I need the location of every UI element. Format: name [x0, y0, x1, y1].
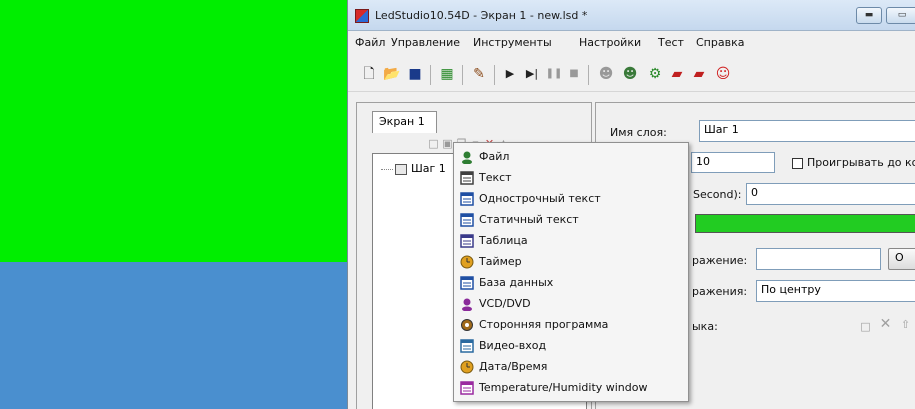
menu-item-text[interactable]: Текст: [456, 168, 686, 189]
menu-item-single-line-text[interactable]: Однострочный текст: [456, 189, 686, 210]
menu-item-table[interactable]: Таблица: [456, 231, 686, 252]
menu-item-label: VCD/DVD: [479, 297, 531, 310]
menu-item-static-text[interactable]: Статичный текст: [456, 210, 686, 231]
language-label: ыка:: [692, 320, 718, 333]
step-icon: [395, 163, 407, 175]
menu-item-third-party-program[interactable]: Сторонняя программа: [456, 315, 686, 336]
second-label: Second):: [693, 188, 742, 201]
new-item-icon[interactable]: □: [427, 137, 440, 150]
video-input-icon: [460, 339, 474, 353]
menu-tools[interactable]: Инструменты: [473, 36, 552, 49]
add-item-context-menu: Файл Текст Однострочный текст Статичный …: [453, 142, 689, 402]
screen-settings-icon[interactable]: ▦: [438, 65, 456, 83]
count-input[interactable]: 10: [691, 152, 775, 173]
edit-effects-icon[interactable]: ✎: [470, 65, 488, 83]
play-until-option[interactable]: Проигрывать до ко: [792, 156, 915, 169]
window-title: LedStudio10.54D - Экран 1 - new.lsd *: [375, 9, 588, 22]
up-small-icon[interactable]: ⇧: [899, 318, 912, 331]
maximize-button[interactable]: ▭: [886, 7, 915, 24]
save-icon[interactable]: ■: [406, 65, 424, 83]
play-until-checkbox[interactable]: [792, 157, 803, 169]
temperature-humidity-icon: [460, 381, 474, 395]
open-folder-icon[interactable]: 📂: [383, 65, 401, 83]
tree-item-step-1[interactable]: Шаг 1: [381, 162, 446, 175]
menu-item-label: Таймер: [479, 255, 522, 268]
smiley-icon[interactable]: ☺: [714, 65, 732, 83]
menu-item-label: Сторонняя программа: [479, 318, 609, 331]
play-icon[interactable]: ▶: [501, 65, 519, 83]
main-toolbar: 🗋 📂 ■ ▦ ✎ ▶ ▶| ❚❚ ■ ☻ ☻ ⚙ ▰ ▰ ☺: [348, 56, 915, 92]
play-until-label: Проигрывать до ко: [807, 156, 915, 169]
menu-item-label: Таблица: [479, 234, 528, 247]
menu-item-video-input[interactable]: Видео-вход: [456, 336, 686, 357]
second-input[interactable]: 0: [746, 183, 915, 205]
tab-screen-1[interactable]: Экран 1: [372, 111, 437, 133]
pause-icon[interactable]: ❚❚: [545, 65, 563, 83]
green-screen-preview: [0, 0, 347, 262]
toolbar-separator: [494, 65, 495, 85]
single-line-text-icon: [460, 192, 474, 206]
menu-item-label: Текст: [479, 171, 512, 184]
display-red2-icon[interactable]: ▰: [690, 65, 708, 83]
expression-label: ражение:: [692, 254, 748, 267]
clock-icon: [460, 360, 474, 374]
menu-file[interactable]: Файл: [355, 36, 385, 49]
play-step-icon[interactable]: ▶|: [523, 65, 541, 83]
menu-item-label: Temperature/Humidity window: [479, 381, 648, 394]
stop-icon[interactable]: ■: [565, 65, 583, 83]
menu-item-database[interactable]: База данных: [456, 273, 686, 294]
menu-item-label: Однострочный текст: [479, 192, 601, 205]
menu-item-timer[interactable]: Таймер: [456, 252, 686, 273]
menu-item-label: Дата/Время: [479, 360, 548, 373]
blue-desktop-area: [0, 262, 347, 409]
add-small-icon[interactable]: □: [859, 320, 872, 333]
display-red-icon[interactable]: ▰: [668, 65, 686, 83]
menu-settings[interactable]: Настройки: [579, 36, 641, 49]
menu-test[interactable]: Тест: [658, 36, 684, 49]
menu-help[interactable]: Справка: [696, 36, 744, 49]
text-grid-icon: [460, 171, 474, 185]
user-gray-icon[interactable]: ☻: [597, 65, 615, 83]
toolbar-separator: [588, 65, 589, 85]
menu-item-label: Файл: [479, 150, 510, 163]
database-icon: [460, 276, 474, 290]
menu-item-label: Статичный текст: [479, 213, 579, 226]
layer-name-label: Имя слоя:: [610, 126, 667, 139]
progress-bar: [695, 214, 915, 233]
menu-item-vcd-dvd[interactable]: VCD/DVD: [456, 294, 686, 315]
third-party-program-icon: [460, 318, 474, 332]
file-person-icon: [460, 150, 474, 165]
menu-control[interactable]: Управление: [391, 36, 460, 49]
menu-item-temperature-humidity[interactable]: Temperature/Humidity window: [456, 378, 686, 399]
app-logo-icon: [355, 9, 369, 23]
menu-item-label: Видео-вход: [479, 339, 547, 352]
menu-item-file[interactable]: Файл: [456, 147, 686, 168]
tree-connector: [381, 168, 393, 170]
toolbar-separator: [462, 65, 463, 85]
tree-item-label: Шаг 1: [411, 162, 446, 175]
title-bar: LedStudio10.54D - Экран 1 - new.lsd * ▬ …: [348, 0, 915, 31]
new-file-icon[interactable]: 🗋: [360, 65, 378, 83]
table-icon: [460, 234, 474, 248]
timer-icon: [460, 255, 474, 269]
toolbar-separator: [430, 65, 431, 85]
alignment-label: ражения:: [692, 285, 748, 298]
network-icon[interactable]: ⚙: [646, 65, 664, 83]
browse-button[interactable]: О: [888, 248, 915, 270]
layer-name-input[interactable]: Шаг 1: [699, 120, 915, 142]
menu-item-date-time[interactable]: Дата/Время: [456, 357, 686, 378]
alignment-select[interactable]: По центру: [756, 280, 915, 302]
static-text-icon: [460, 213, 474, 227]
expression-input[interactable]: [756, 248, 881, 270]
remove-small-icon[interactable]: ✕: [879, 317, 892, 331]
disc-icon: [460, 297, 474, 312]
menu-item-label: База данных: [479, 276, 554, 289]
minimize-button[interactable]: ▬: [856, 7, 882, 24]
send-data-icon[interactable]: ☻: [621, 65, 639, 83]
menu-bar: Файл Управление Инструменты Настройки Те…: [348, 33, 915, 53]
